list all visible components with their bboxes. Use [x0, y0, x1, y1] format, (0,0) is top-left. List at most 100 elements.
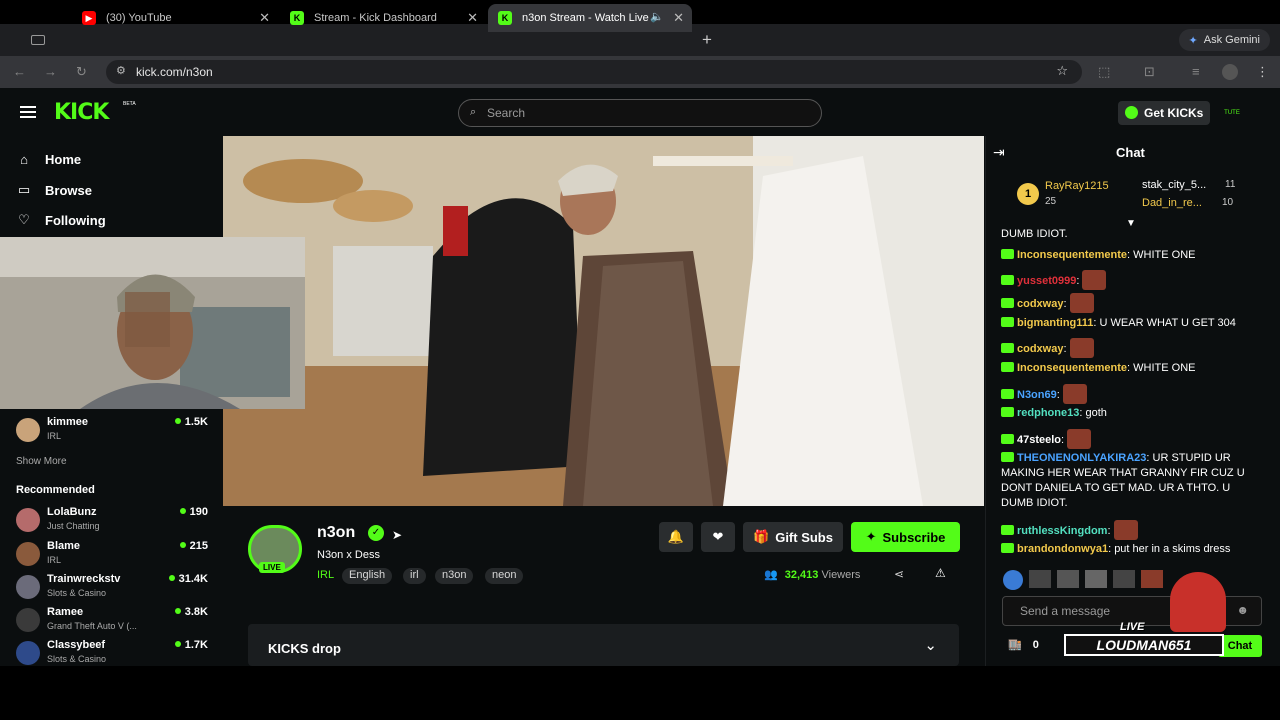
tag-n3on[interactable]: n3on: [435, 568, 474, 584]
emoji-icon[interactable]: ☻: [1236, 603, 1249, 617]
user-avatar[interactable]: TUTE: [1222, 104, 1242, 122]
notification-bell-button[interactable]: 🔔: [659, 522, 693, 552]
ask-gemini-button[interactable]: ✦ Ask Gemini: [1178, 29, 1270, 51]
profile-avatar[interactable]: [1222, 64, 1238, 80]
channel-name: LolaBunz: [47, 506, 97, 518]
speaker-icon[interactable]: 🔈: [650, 10, 664, 23]
store-icon: 🏬: [1008, 639, 1022, 651]
browser-tab-youtube[interactable]: ▶ (30) YouTube ✕: [72, 4, 278, 32]
chat-message: THEONENONLYAKIRA23: UR STUPID UR MAKING …: [1001, 451, 1259, 511]
chat-username[interactable]: Inconsequentemente: [1017, 362, 1127, 374]
sidebar-channel-ramee[interactable]: Ramee Grand Theft Auto V (... 3.8K: [16, 606, 208, 634]
leaderboard-count: 10: [1222, 197, 1234, 208]
video-player[interactable]: [223, 136, 984, 506]
chat-username[interactable]: yusset0999: [1017, 275, 1076, 287]
avatar: [16, 641, 40, 665]
chat-message: N3on69:: [1001, 384, 1259, 404]
new-tab-button[interactable]: +: [702, 30, 712, 50]
emote-icon[interactable]: [1029, 570, 1051, 588]
leaderboard-name[interactable]: stak_city_5...: [1142, 179, 1206, 191]
chat-message: codxway:: [1001, 293, 1259, 313]
tag-english[interactable]: English: [342, 568, 393, 584]
tag-irl[interactable]: irl: [403, 568, 426, 584]
emote-icon[interactable]: [1085, 570, 1107, 588]
sidebar-channel-kimmee[interactable]: kimmee IRL 1.5K: [16, 416, 208, 444]
close-tab-icon[interactable]: ✕: [259, 10, 270, 26]
sidebar-channel-trainwreckstv[interactable]: Trainwreckstv Slots & Casino 31.4K: [16, 573, 208, 601]
leaderboard-name[interactable]: Dad_in_re...: [1142, 197, 1202, 209]
chat-username[interactable]: N3on69: [1017, 389, 1057, 401]
gift-subs-button[interactable]: 🎁 Gift Subs: [743, 522, 843, 552]
forward-icon[interactable]: →: [44, 64, 57, 79]
report-icon[interactable]: ⚠: [935, 566, 946, 580]
reload-icon[interactable]: ↻: [76, 64, 87, 80]
emote-icon[interactable]: [1057, 570, 1079, 588]
sidebar-channel-blame[interactable]: Blame IRL 215: [16, 540, 208, 568]
viewer-count: 31.4K: [169, 573, 208, 585]
browser-tab-n3on[interactable]: K n3on Stream - Watch Live 🔈 ✕: [488, 4, 692, 32]
tab-search-icon[interactable]: ⊡: [1144, 64, 1155, 80]
streamer-name[interactable]: n3on: [317, 524, 355, 542]
chat-username[interactable]: THEONENONLYAKIRA23: [1017, 452, 1146, 464]
leaderboard-count: 25: [1045, 196, 1057, 207]
globe-emote-icon[interactable]: [1003, 570, 1023, 590]
chat-emote-icon: [1062, 384, 1087, 404]
sidebar-item-browse[interactable]: ▭ Browse: [16, 182, 92, 198]
back-icon[interactable]: ←: [13, 64, 26, 79]
sidebar-toggle-icon[interactable]: [31, 35, 45, 45]
emote-icon[interactable]: [1141, 570, 1163, 588]
follow-button[interactable]: ❤: [701, 522, 735, 552]
chat-username[interactable]: 47steelo: [1017, 434, 1061, 446]
kicks-balance[interactable]: 🏬 0: [1008, 638, 1039, 651]
subscribe-button[interactable]: ✦ Subscribe: [851, 522, 960, 552]
bookmark-star-icon[interactable]: ☆: [1056, 63, 1068, 79]
chat-username[interactable]: redphone13: [1017, 407, 1079, 419]
chat-username[interactable]: ruthlessKingdom: [1017, 525, 1107, 537]
chat-username[interactable]: bigmanting111: [1017, 317, 1093, 329]
sidebar-item-home[interactable]: ⌂ Home: [16, 152, 81, 167]
reading-list-icon[interactable]: ≡: [1192, 64, 1200, 79]
show-more-link[interactable]: Show More: [16, 456, 67, 467]
chat-username[interactable]: brandondonwya1: [1017, 543, 1108, 555]
chevron-down-icon: ⌄: [924, 637, 937, 654]
chat-username[interactable]: codxway: [1017, 298, 1063, 310]
stream-category[interactable]: IRL: [317, 569, 334, 581]
sidebar-channel-lolabunz[interactable]: LolaBunz Just Chatting 190: [16, 506, 208, 534]
overlay-live-tag: LIVE: [1120, 621, 1145, 633]
hamburger-menu-icon[interactable]: [20, 106, 36, 118]
live-badge: LIVE: [259, 562, 285, 573]
search-input[interactable]: ⌕ Search: [458, 99, 822, 127]
close-tab-icon[interactable]: ✕: [467, 10, 478, 26]
browser-tab-kick-dashboard[interactable]: K Stream - Kick Dashboard ✕: [280, 4, 486, 32]
star-icon: ✦: [865, 529, 877, 544]
address-bar[interactable]: ⚙ kick.com/n3on ☆: [106, 60, 1082, 84]
channel-name: Ramee: [47, 606, 84, 618]
chat-username[interactable]: Inconsequentemente: [1017, 249, 1127, 261]
tag-neon[interactable]: neon: [485, 568, 524, 584]
site-info-icon[interactable]: ⚙: [116, 64, 126, 77]
collapse-chat-icon[interactable]: ⇥: [993, 144, 1005, 161]
chat-send-button[interactable]: Chat: [1218, 635, 1262, 657]
share-icon[interactable]: ⋖: [894, 567, 904, 581]
chat-message-text: DUMB IDIOT.: [1001, 228, 1068, 240]
channel-name: Classybeef: [47, 639, 106, 651]
close-tab-icon[interactable]: ✕: [673, 10, 684, 26]
sidebar-channel-classybeef[interactable]: Classybeef Slots & Casino 1.7K: [16, 639, 208, 667]
badge-icon: [1001, 317, 1014, 327]
bell-icon: 🔔: [667, 529, 685, 544]
subscribe-label: Subscribe: [882, 529, 946, 545]
separator: :: [1063, 343, 1070, 355]
chat-title: Chat: [1116, 145, 1145, 160]
extensions-icon[interactable]: ⬚: [1098, 64, 1110, 80]
kicks-drop-panel[interactable]: KICKS drop ⌄: [248, 624, 959, 666]
leaderboard-name[interactable]: RayRay1215: [1045, 180, 1109, 192]
video-frame: [223, 136, 984, 506]
sidebar-item-following[interactable]: ♡ Following: [16, 212, 105, 228]
avatar: [16, 508, 40, 532]
get-kicks-button[interactable]: Get KICKs: [1118, 101, 1210, 125]
chat-emote-icon: [1067, 429, 1092, 449]
chat-username[interactable]: codxway: [1017, 343, 1063, 355]
browser-menu-icon[interactable]: ⋮: [1256, 64, 1269, 80]
emote-icon[interactable]: [1113, 570, 1135, 588]
kick-logo[interactable]: KICK: [54, 100, 109, 125]
